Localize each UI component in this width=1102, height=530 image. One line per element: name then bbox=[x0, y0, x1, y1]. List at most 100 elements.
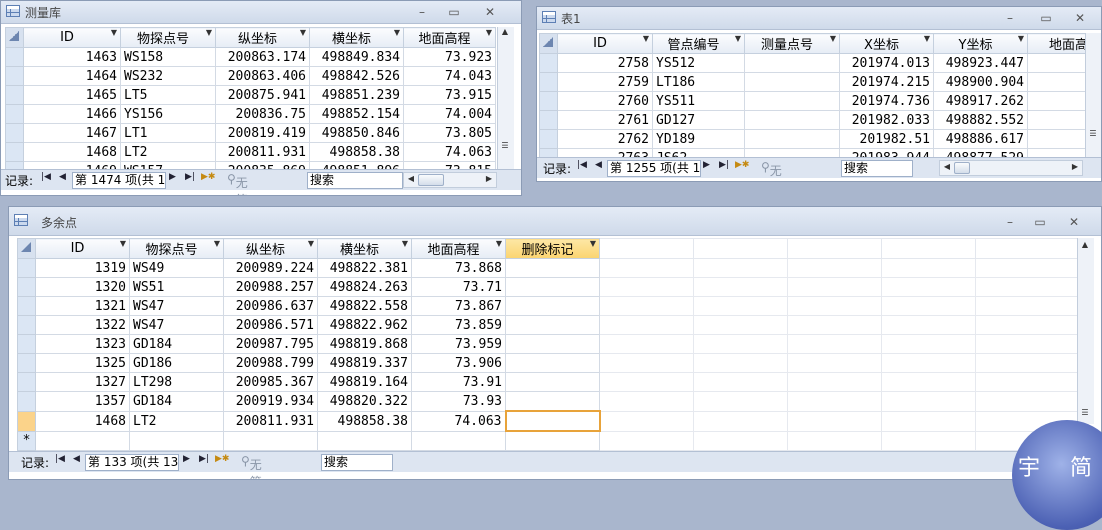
current-record-field[interactable]: 第 1255 项(共 1 bbox=[607, 160, 701, 177]
column-header-survey-point-no[interactable]: 测量点号▼ bbox=[745, 34, 840, 54]
chevron-down-icon[interactable]: ▼ bbox=[214, 239, 220, 248]
table-cell[interactable] bbox=[130, 431, 224, 451]
table-cell[interactable]: 201982.51 bbox=[840, 130, 934, 149]
table-cell[interactable]: 1357 bbox=[36, 392, 130, 412]
table-cell[interactable]: WS232 bbox=[121, 67, 216, 86]
datasheet-grid[interactable]: ID▼ 物探点号▼ 纵坐标▼ 横坐标▼ 地面高程▼ 删除标记▼ 1319WS49… bbox=[17, 238, 1078, 451]
table-cell[interactable]: 498917.262 bbox=[934, 92, 1028, 111]
table-cell[interactable]: 200989.224 bbox=[224, 259, 318, 278]
column-header-id[interactable]: ID▼ bbox=[558, 34, 653, 54]
row-selector[interactable] bbox=[540, 92, 558, 111]
table-cell[interactable]: 1322 bbox=[36, 316, 130, 335]
table-cell[interactable]: 73.959 bbox=[412, 335, 506, 354]
table-cell[interactable]: 1321 bbox=[36, 297, 130, 316]
table-cell[interactable]: 73.906 bbox=[412, 354, 506, 373]
last-record-icon[interactable]: ▶| bbox=[199, 454, 209, 464]
table-row[interactable]: 1464WS232200863.406498842.52674.043 bbox=[6, 67, 496, 86]
horizontal-scrollbar[interactable]: ◀ ▶ bbox=[403, 172, 497, 188]
table-cell[interactable]: 73.71 bbox=[412, 278, 506, 297]
chevron-down-icon[interactable]: ▼ bbox=[120, 239, 126, 248]
scroll-handle-icon[interactable]: ☰ bbox=[1078, 408, 1092, 417]
table-cell[interactable]: 498858.38 bbox=[318, 411, 412, 431]
next-record-icon[interactable]: ▶ bbox=[183, 454, 190, 464]
table-row[interactable]: 1325GD186200988.799498819.33773.906 bbox=[18, 354, 1078, 373]
chevron-down-icon[interactable]: ▼ bbox=[111, 28, 117, 37]
prev-record-icon[interactable]: ◀ bbox=[595, 160, 602, 170]
row-selector[interactable] bbox=[540, 130, 558, 149]
table-cell[interactable]: 498820.322 bbox=[318, 392, 412, 412]
table-cell[interactable]: 1319 bbox=[36, 259, 130, 278]
no-filter-button[interactable]: ⚲ 无筛选器 bbox=[241, 454, 250, 468]
chevron-down-icon[interactable]: ▼ bbox=[308, 239, 314, 248]
table-row[interactable]: 1467LT1200819.419498850.84673.805 bbox=[6, 124, 496, 143]
table-cell[interactable]: 498849.834 bbox=[310, 48, 404, 67]
minimize-button[interactable]: – bbox=[999, 9, 1021, 27]
table-cell[interactable]: 200863.174 bbox=[216, 48, 310, 67]
datasheet-grid[interactable]: ID▼ 物探点号▼ 纵坐标▼ 横坐标▼ 地面高程▼ 1463WS15820086… bbox=[5, 27, 496, 181]
table-cell[interactable]: 1327 bbox=[36, 373, 130, 392]
table-cell[interactable]: 498886.617 bbox=[934, 130, 1028, 149]
table-cell[interactable] bbox=[745, 130, 840, 149]
table-cell[interactable]: 498923.447 bbox=[934, 54, 1028, 73]
table-cell[interactable] bbox=[506, 316, 600, 335]
table-cell[interactable]: 200875.941 bbox=[216, 86, 310, 105]
column-header-x-coord[interactable]: X坐标▼ bbox=[840, 34, 934, 54]
table-cell[interactable]: WS47 bbox=[130, 297, 224, 316]
table-cell[interactable]: 498851.239 bbox=[310, 86, 404, 105]
table-cell[interactable] bbox=[745, 92, 840, 111]
chevron-down-icon[interactable]: ▼ bbox=[206, 28, 212, 37]
table-cell[interactable]: 1468 bbox=[36, 411, 130, 431]
minimize-button[interactable]: – bbox=[999, 213, 1021, 231]
table-cell[interactable]: YS156 bbox=[121, 105, 216, 124]
chevron-down-icon[interactable]: ▼ bbox=[402, 239, 408, 248]
table-cell[interactable]: 1325 bbox=[36, 354, 130, 373]
table-cell[interactable]: GD184 bbox=[130, 392, 224, 412]
scroll-handle-icon[interactable]: ☰ bbox=[1086, 129, 1100, 138]
table-row[interactable]: 1465LT5200875.941498851.23973.915 bbox=[6, 86, 496, 105]
table-cell[interactable] bbox=[506, 411, 600, 431]
column-header-x-coord[interactable]: 横坐标▼ bbox=[318, 239, 412, 259]
table-row[interactable]: 1327LT298200985.367498819.16473.91 bbox=[18, 373, 1078, 392]
table-cell[interactable]: GD186 bbox=[130, 354, 224, 373]
chevron-down-icon[interactable]: ▼ bbox=[830, 34, 836, 43]
table-cell[interactable] bbox=[506, 354, 600, 373]
minimize-button[interactable]: – bbox=[411, 3, 433, 21]
table-row[interactable]: 1321WS47200986.637498822.55873.867 bbox=[18, 297, 1078, 316]
table-cell[interactable]: 201982.033 bbox=[840, 111, 934, 130]
table-row[interactable]: 2761GD127201982.033498882.55275 bbox=[540, 111, 1102, 130]
table-cell[interactable]: 74.004 bbox=[404, 105, 496, 124]
table-row[interactable]: 2759LT186201974.215498900.90472 bbox=[540, 73, 1102, 92]
table-cell[interactable] bbox=[224, 431, 318, 451]
table-row[interactable]: 2762YD189201982.51498886.61773 bbox=[540, 130, 1102, 149]
table-row[interactable]: 1322WS47200986.571498822.96273.859 bbox=[18, 316, 1078, 335]
chevron-down-icon[interactable]: ▼ bbox=[1018, 34, 1024, 43]
vertical-scrollbar[interactable]: ☰ bbox=[1085, 33, 1102, 157]
chevron-down-icon[interactable]: ▼ bbox=[394, 28, 400, 37]
table-cell[interactable]: WS51 bbox=[130, 278, 224, 297]
column-header-pipe-point-no[interactable]: 管点编号▼ bbox=[653, 34, 745, 54]
column-header-id[interactable]: ID▼ bbox=[36, 239, 130, 259]
table-cell[interactable] bbox=[506, 297, 600, 316]
table-cell[interactable]: YS511 bbox=[653, 92, 745, 111]
table-row[interactable]: 1319WS49200989.224498822.38173.868 bbox=[18, 259, 1078, 278]
table-cell[interactable]: 498842.526 bbox=[310, 67, 404, 86]
table-cell[interactable]: 200986.571 bbox=[224, 316, 318, 335]
column-header-elevation[interactable]: 地面高程▼ bbox=[404, 28, 496, 48]
table-cell[interactable]: 73.91 bbox=[412, 373, 506, 392]
chevron-down-icon[interactable]: ▼ bbox=[924, 34, 930, 43]
table-cell[interactable]: 200836.75 bbox=[216, 105, 310, 124]
prev-record-icon[interactable]: ◀ bbox=[59, 172, 66, 182]
table-cell[interactable] bbox=[506, 373, 600, 392]
row-selector[interactable] bbox=[6, 86, 24, 105]
close-button[interactable]: ✕ bbox=[1069, 9, 1091, 27]
current-record-field[interactable]: 第 1474 项(共 1 bbox=[72, 172, 166, 189]
last-record-icon[interactable]: ▶| bbox=[719, 160, 729, 170]
column-header-y-coord[interactable]: Y坐标▼ bbox=[934, 34, 1028, 54]
table-row[interactable]: 2760YS511201974.736498917.2627 bbox=[540, 92, 1102, 111]
row-selector[interactable] bbox=[6, 67, 24, 86]
table-cell[interactable]: 1320 bbox=[36, 278, 130, 297]
new-row-marker[interactable]: * bbox=[18, 431, 36, 451]
table-cell[interactable]: 73.805 bbox=[404, 124, 496, 143]
table-cell[interactable]: LT2 bbox=[130, 411, 224, 431]
table-cell[interactable]: 200863.406 bbox=[216, 67, 310, 86]
